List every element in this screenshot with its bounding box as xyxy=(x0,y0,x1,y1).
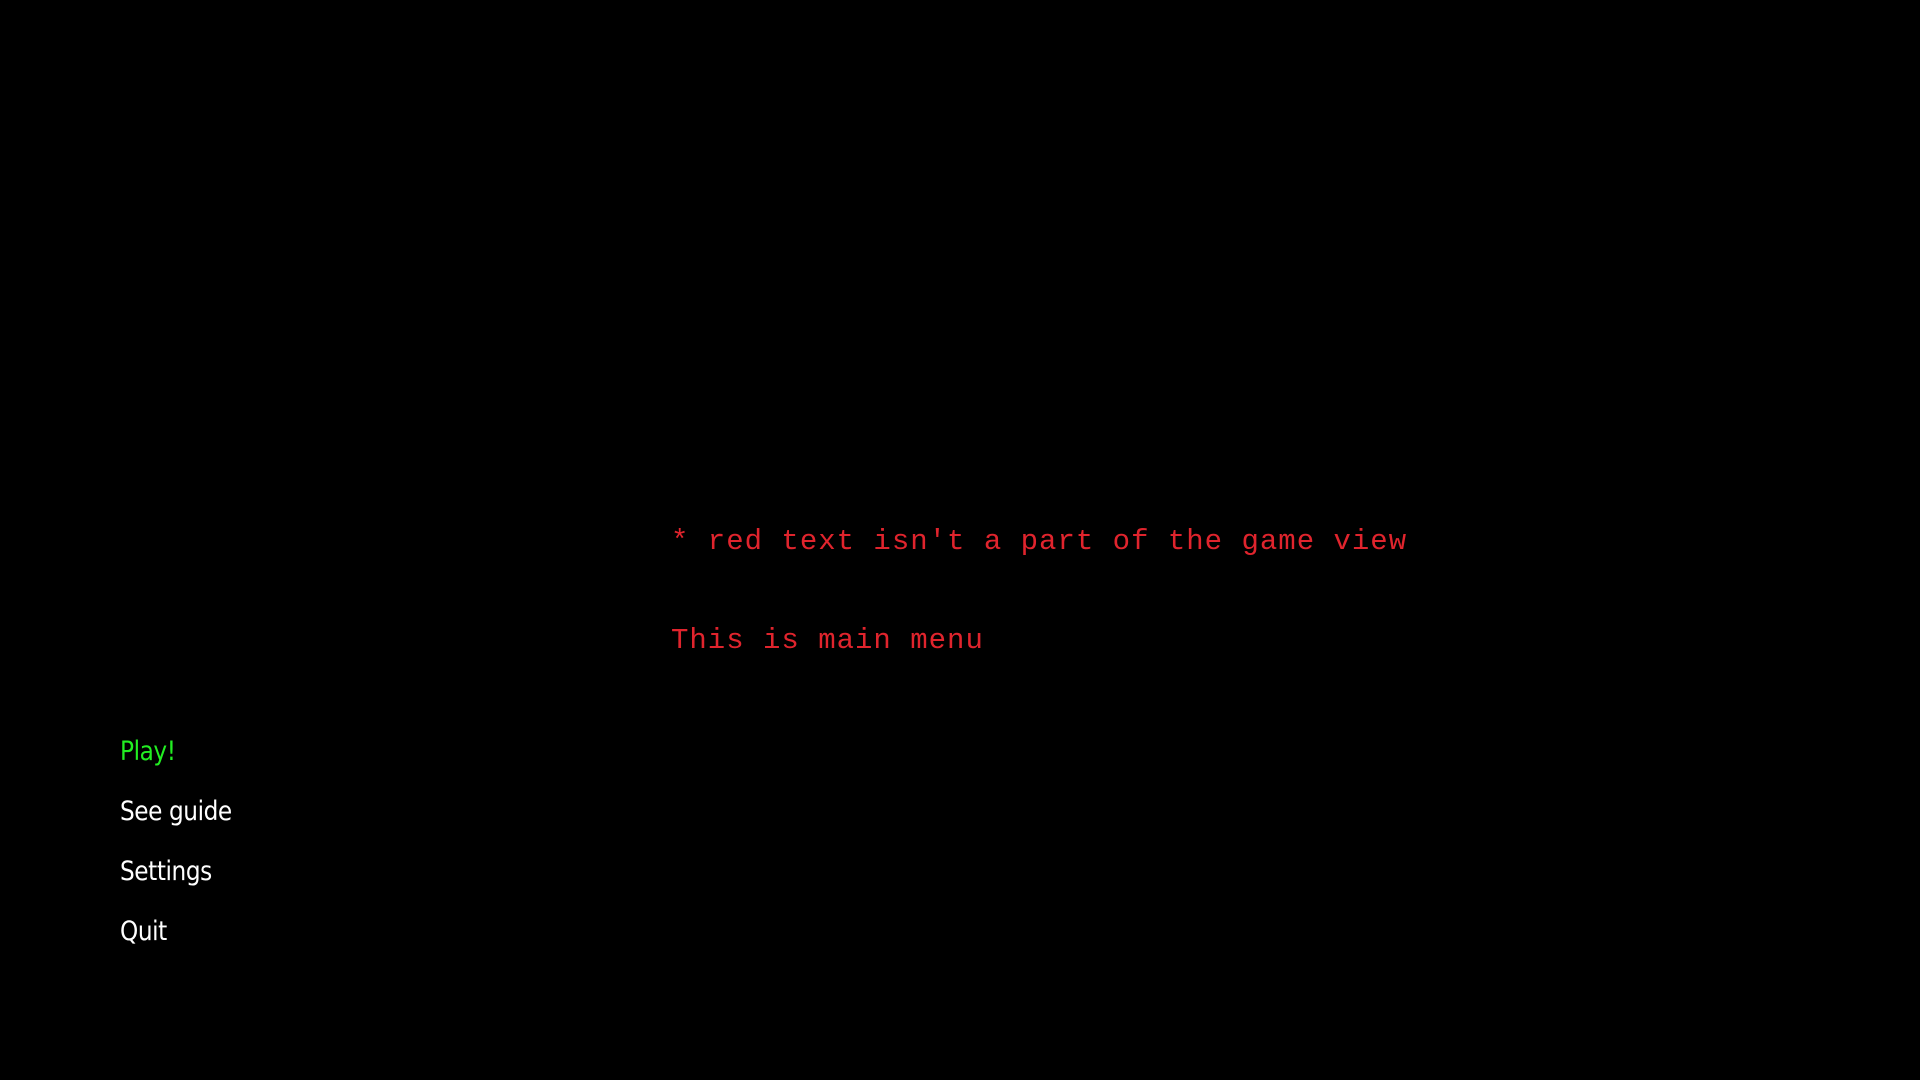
game-screen: * red text isn't a part of the game view… xyxy=(0,0,1920,1080)
annotation-line-2: This is main menu xyxy=(671,624,984,657)
see-guide-button[interactable]: See guide xyxy=(120,782,232,842)
annotation-note: * red text isn't a part of the game view… xyxy=(671,459,1407,723)
play-button[interactable]: Play! xyxy=(120,722,232,782)
quit-button[interactable]: Quit xyxy=(120,902,232,962)
settings-button[interactable]: Settings xyxy=(120,842,232,902)
main-menu: Play! See guide Settings Quit xyxy=(120,722,250,962)
annotation-line-1: * red text isn't a part of the game view xyxy=(671,525,1408,558)
